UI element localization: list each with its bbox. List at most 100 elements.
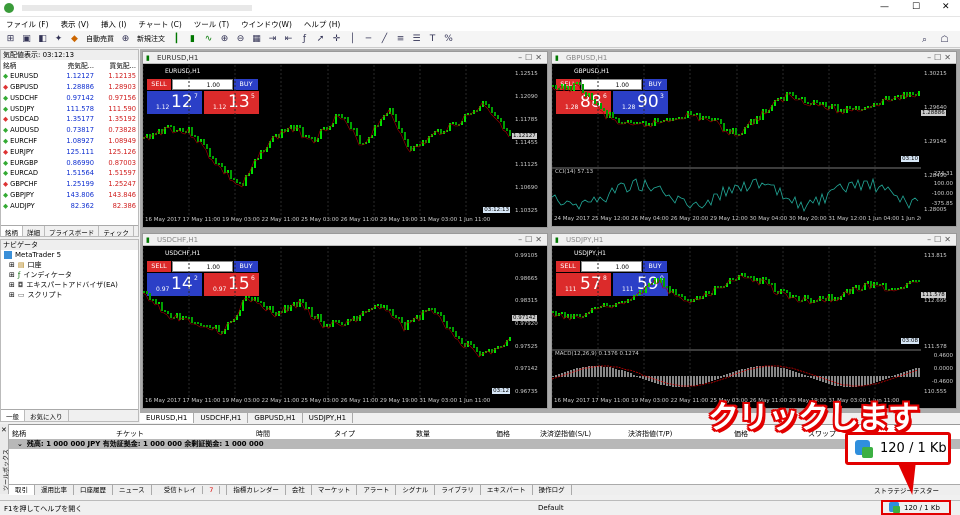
bar-chart-icon[interactable]: ┃ [170,33,183,46]
indicators-icon[interactable]: ƒ [298,33,311,46]
col-type[interactable]: タイプ [334,429,355,439]
col-ask[interactable]: 買気配... [96,60,138,71]
chart-window[interactable]: ▮ USDJPY,H1 –☐✕ USDJPY,H1 SELL 1.00 BUY 11… [551,233,957,409]
chart-tab[interactable]: USDCHF,H1 [194,413,249,423]
line-chart-icon[interactable]: ∿ [202,33,215,46]
tab-symbols[interactable]: 銘柄 [1,226,23,237]
nav-item-accounts[interactable]: ⊞ ▤ 口座 [1,260,138,270]
chart-window[interactable]: ▮ GBPUSD,H1 –☐✕ GBPUSD,H1 SELL 1.00 BUY 1.… [551,51,957,227]
tab-market[interactable]: マーケット [312,485,358,495]
status-profile[interactable]: Default [538,504,564,512]
menu-chart[interactable]: チャート (C) [138,19,181,30]
market-watch-row[interactable]: ◆ EURJPY 125.111 125.126 [1,146,138,157]
maximize-button[interactable]: ☐ [912,2,920,12]
fibonacci-icon[interactable]: ☰ [410,33,423,46]
chart-tab[interactable]: GBPUSD,H1 [248,413,303,423]
market-watch-row[interactable]: ◆ EURCHF 1.08927 1.08949 [1,136,138,147]
market-watch-row[interactable]: ◆ EURCAD 1.51564 1.51597 [1,168,138,179]
zoom-in-icon[interactable]: ⊕ [218,33,231,46]
chart-tab[interactable]: USDJPY,H1 [303,413,354,423]
tab-company[interactable]: 会社 [286,485,312,495]
chat-icon[interactable]: ☖ [938,33,951,46]
tile-windows-icon[interactable]: ▦ [250,33,263,46]
col-symbol[interactable]: 銘柄 [1,60,54,71]
price-plot[interactable] [143,247,512,399]
market-watch-row[interactable]: ◆ USDCHF 0.97142 0.97156 [1,92,138,103]
tab-exposure[interactable]: 運用比率 [35,485,74,495]
collapse-icon[interactable]: ⌄ [17,440,23,448]
nav-item-indicators[interactable]: ⊞ ƒ インディケータ [1,270,138,280]
col-time[interactable]: 時間 [256,429,270,439]
tab-details[interactable]: 詳細 [23,226,45,237]
tab-library[interactable]: ライブラリ [435,485,481,495]
market-watch-row[interactable]: ◆ GBPCHF 1.25199 1.25247 [1,179,138,190]
text-icon[interactable]: T [426,33,439,46]
profiles-icon[interactable]: ▣ [20,33,33,46]
tab-calendar[interactable]: 指標カレンダー [227,485,286,495]
chart-window-title[interactable]: ▮ USDJPY,H1 –☐✕ [552,234,956,246]
window-buttons[interactable]: –☐✕ [927,234,954,246]
auto-trade-button[interactable]: 自動売買 [84,34,116,44]
new-order-button[interactable]: 新規注文 [135,34,167,44]
market-watch-row[interactable]: ◆ USDJPY 111.578 111.590 [1,103,138,114]
status-traffic[interactable]: 120 / 1 Kb [881,500,951,515]
market-watch-row[interactable]: ◆ GBPUSD 1.28886 1.28903 [1,82,138,93]
market-watch-row[interactable]: ◆ USDCAD 1.35177 1.35192 [1,114,138,125]
shapes-icon[interactable]: % [442,33,455,46]
chart-window-title[interactable]: ▮ EURUSD,H1 –☐✕ [143,52,547,64]
menu-help[interactable]: ヘルプ (H) [304,19,340,30]
col-tp[interactable]: 決済指値(T/P) [628,429,672,439]
zoom-out-icon[interactable]: ⊖ [234,33,247,46]
nav-item-experts[interactable]: ⊞ ◘ エキスパートアドバイザ(EA) [1,280,138,290]
autoscroll-icon[interactable]: ⇥ [266,33,279,46]
chart-window[interactable]: ▮ USDCHF,H1 –☐✕ USDCHF,H1 SELL 1.00 BUY 0.… [142,233,548,409]
tab-signals[interactable]: シグナル [396,485,436,495]
window-buttons[interactable]: –☐✕ [518,234,545,246]
col-volume[interactable]: 数量 [416,429,430,439]
tab-favorites[interactable]: お気に入り [25,410,69,421]
market-watch-row[interactable]: ◆ AUDJPY 82.362 82.386 [1,200,138,211]
market-watch-row[interactable]: ◆ GBPJPY 143.806 143.846 [1,190,138,201]
tab-alerts[interactable]: アラート [357,485,397,495]
chart-window-title[interactable]: ▮ USDCHF,H1 –☐✕ [143,234,547,246]
tab-common[interactable]: 一般 [1,410,25,421]
tab-mailbox[interactable]: 受信トレイ 7 [152,485,228,495]
col-ticket[interactable]: チケット [116,429,144,439]
market-watch-icon[interactable]: ◧ [36,33,49,46]
tab-history[interactable]: 口座履歴 [74,485,113,495]
trendline-icon[interactable]: ╱ [378,33,391,46]
crosshair-icon[interactable]: ✛ [330,33,343,46]
menu-window[interactable]: ウインドウ(W) [241,19,292,30]
price-plot[interactable] [552,247,921,399]
nav-item-scripts[interactable]: ⊞ ▭ スクリプト [1,290,138,300]
chart-tab[interactable]: EURUSD,H1 [140,413,195,423]
menu-file[interactable]: ファイル (F) [6,19,49,30]
close-button[interactable]: ✕ [942,2,950,12]
tab-trade[interactable]: 取引 [9,485,35,495]
col-symbol[interactable]: 銘柄 [12,429,26,439]
col-price[interactable]: 価格 [496,429,510,439]
new-chart-icon[interactable]: ⊞ [4,33,17,46]
channel-icon[interactable]: ≡ [394,33,407,46]
col-bid[interactable]: 売気配... [54,60,96,71]
menu-view[interactable]: 表示 (V) [61,19,89,30]
chart-window[interactable]: ▮ EURUSD,H1 –☐✕ EURUSD,H1 SELL 1.00 BUY 1.… [142,51,548,228]
col-sl[interactable]: 決済逆指値(S/L) [540,429,591,439]
chart-window-title[interactable]: ▮ GBPUSD,H1 –☐✕ [552,52,956,64]
cursor-icon[interactable]: ➚ [314,33,327,46]
tab-journal[interactable]: 操作ログ [533,485,572,495]
vertical-line-icon[interactable]: │ [346,33,359,46]
nav-root[interactable]: MetaTrader 5 [1,250,138,260]
price-plot[interactable] [143,65,512,218]
menu-tools[interactable]: ツール (T) [194,19,229,30]
market-watch-row[interactable]: ◆ AUDUSD 0.73817 0.73828 [1,125,138,136]
balance-row[interactable]: ⌄ 残高: 1 000 000 JPY 有効証拠金: 1 000 000 余剰証拠… [9,439,960,449]
market-watch-row[interactable]: ◆ EURGBP 0.86990 0.87003 [1,157,138,168]
new-order-icon[interactable]: ⊕ [119,33,132,46]
minimize-button[interactable]: — [880,2,889,12]
auto-trade-icon[interactable]: ◆ [68,33,81,46]
tab-ticks[interactable]: ティック [99,226,134,237]
navigator-icon[interactable]: ✦ [52,33,65,46]
price-plot[interactable] [552,65,921,217]
chart-shift-icon[interactable]: ⇤ [282,33,295,46]
